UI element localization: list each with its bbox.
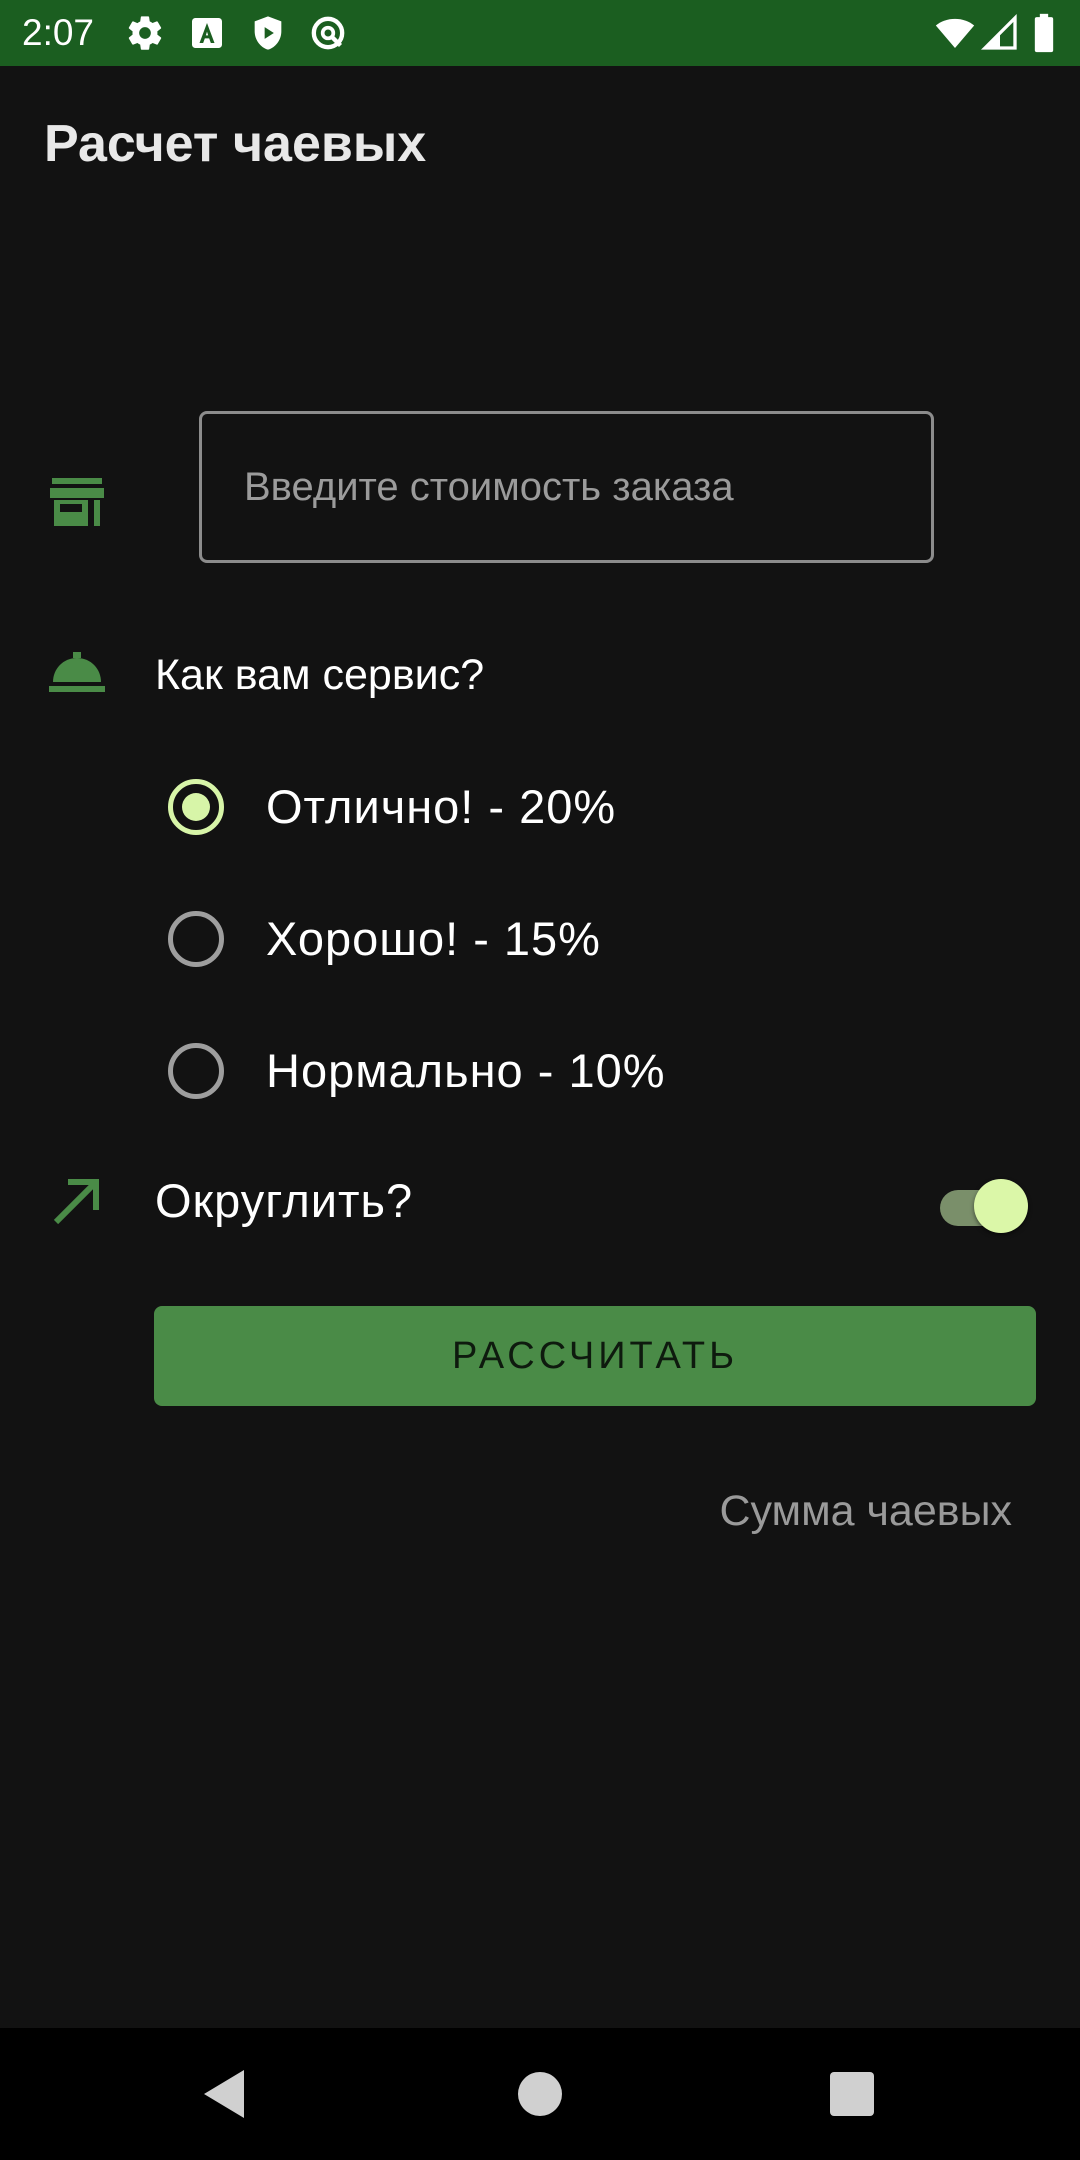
data-saver-icon bbox=[308, 13, 348, 53]
back-icon[interactable] bbox=[196, 2064, 256, 2124]
tip-calculator-screen: 2:07 Расчет чаевых Как вам се bbox=[0, 0, 1080, 2160]
radio-label: Хорошо! - 15% bbox=[266, 912, 601, 965]
room-service-icon bbox=[49, 652, 105, 696]
status-time: 2:07 bbox=[22, 12, 95, 53]
order-cost-input[interactable] bbox=[199, 411, 934, 563]
calculate-button[interactable]: РАССЧИТАТЬ bbox=[154, 1306, 1036, 1406]
navigation-bar bbox=[0, 2028, 1080, 2160]
store-icon bbox=[50, 478, 104, 526]
signal-icon bbox=[980, 13, 1020, 53]
radio-button[interactable] bbox=[168, 1043, 224, 1099]
round-up-label: Округлить? bbox=[155, 1174, 414, 1227]
wifi-icon bbox=[935, 13, 975, 53]
radio-option-normal[interactable]: Нормально - 10% bbox=[168, 1036, 868, 1106]
battery-icon bbox=[1030, 13, 1058, 53]
radio-label: Отлично! - 20% bbox=[266, 780, 617, 833]
status-bar: 2:07 bbox=[0, 0, 1080, 66]
font-a-icon bbox=[187, 13, 227, 53]
home-icon[interactable] bbox=[510, 2064, 570, 2124]
page-title: Расчет чаевых bbox=[44, 115, 427, 173]
radio-button-checked[interactable] bbox=[168, 779, 224, 835]
radio-label: Нормально - 10% bbox=[266, 1044, 666, 1097]
radio-option-excellent[interactable]: Отлично! - 20% bbox=[168, 772, 868, 842]
trending-up-icon bbox=[50, 1178, 102, 1226]
switch-thumb bbox=[974, 1179, 1028, 1233]
settings-icon bbox=[125, 13, 165, 53]
round-up-switch[interactable] bbox=[938, 1175, 1030, 1233]
shield-play-icon bbox=[248, 13, 288, 53]
recents-icon[interactable] bbox=[822, 2064, 882, 2124]
radio-button[interactable] bbox=[168, 911, 224, 967]
tip-amount-result: Сумма чаевых bbox=[719, 1487, 1012, 1535]
service-question: Как вам сервис? bbox=[155, 651, 485, 699]
radio-option-good[interactable]: Хорошо! - 15% bbox=[168, 904, 868, 974]
